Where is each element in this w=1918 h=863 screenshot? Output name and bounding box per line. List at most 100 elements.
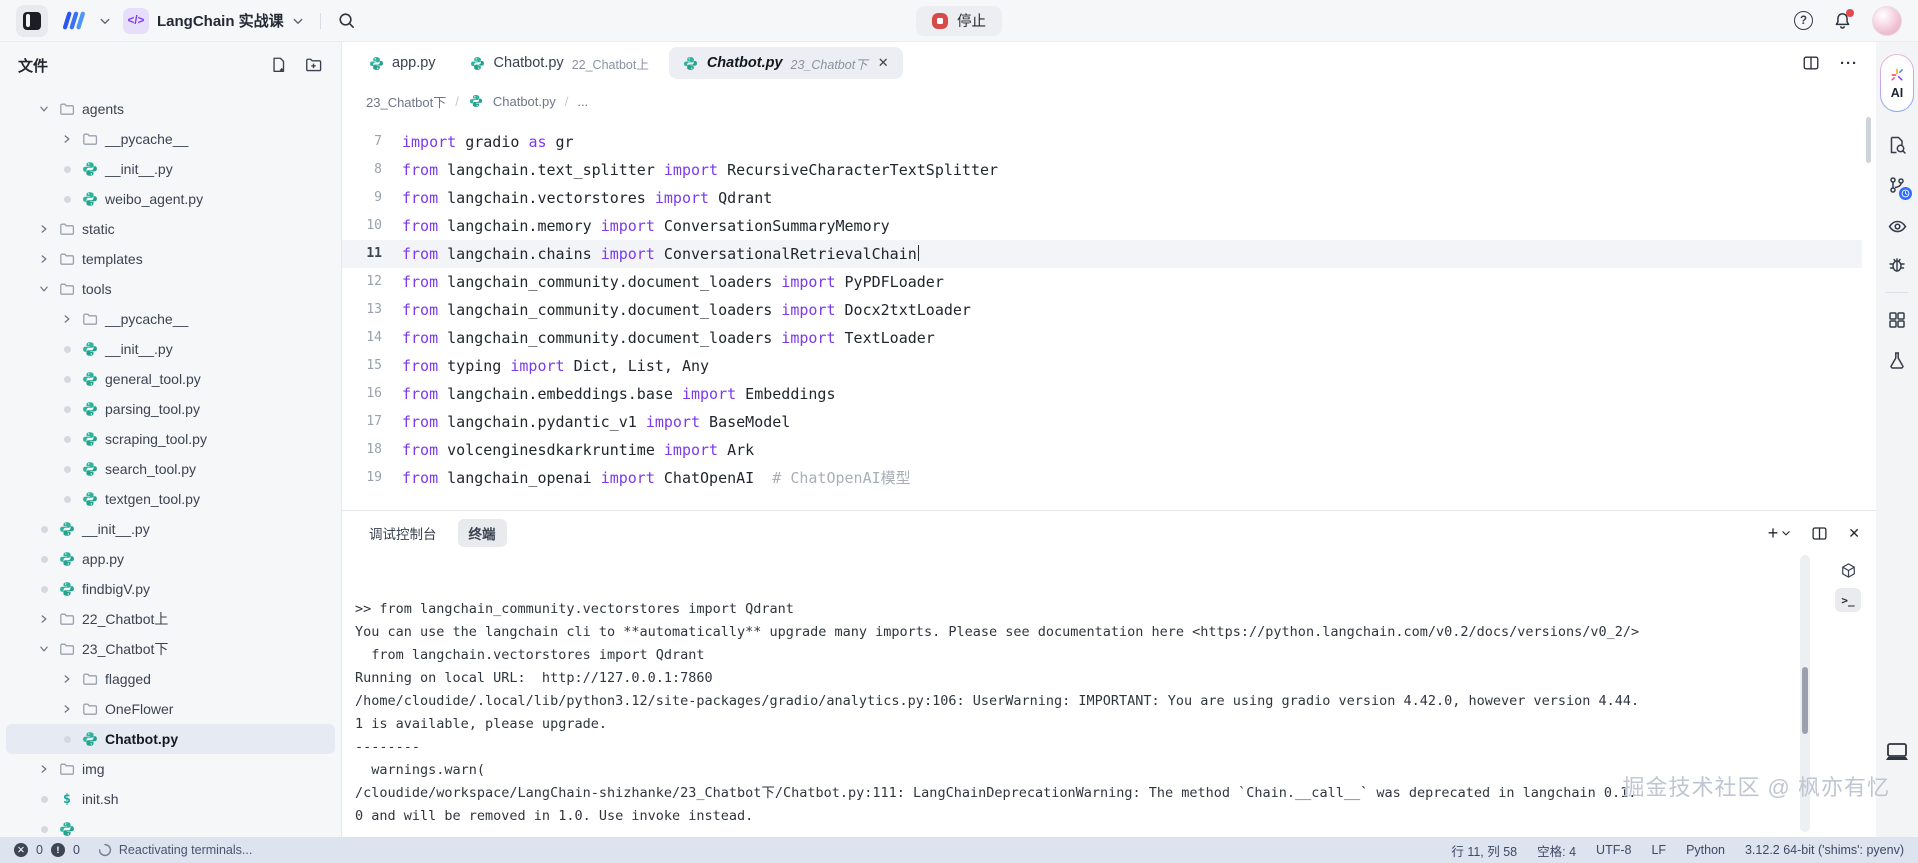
bug-icon[interactable] [1880,248,1914,282]
source-control-icon[interactable] [1880,168,1914,202]
tree-item-__pycache__[interactable]: __pycache__ [6,124,335,154]
chevron-down-icon[interactable] [99,15,111,27]
eye-icon[interactable] [1880,208,1914,242]
tree-item-agents[interactable]: agents [6,94,335,124]
split-terminal-icon[interactable] [1811,525,1828,542]
extensions-grid-icon[interactable] [1880,303,1914,337]
new-file-icon[interactable] [270,56,288,74]
tree-item-scraping_tool-py[interactable]: scraping_tool.py [6,424,335,454]
tree-item-general_tool-py[interactable]: general_tool.py [6,364,335,394]
breadcrumb[interactable]: 23_Chatbot下 / Chatbot.py / ... [342,84,1876,118]
code-line-14[interactable]: 14from langchain_community.document_load… [342,324,1862,352]
code-line-13[interactable]: 13from langchain_community.document_load… [342,296,1862,324]
eol[interactable]: LF [1651,843,1666,857]
tree-item-22_chatbot-[interactable]: 22_Chatbot上 [6,604,335,634]
tree-item-23_chatbot-[interactable]: 23_Chatbot下 [6,634,335,664]
tree-item-init-sh[interactable]: $init.sh [6,784,335,814]
code-line-17[interactable]: 17from langchain.pydantic_v1 import Base… [342,408,1862,436]
tree-item-clipped[interactable] [6,814,335,837]
warnings-icon[interactable]: ! [51,843,65,857]
new-folder-icon[interactable] [304,56,323,74]
sidebar-toggle-button[interactable] [16,5,48,37]
ai-assistant-button[interactable]: AI [1880,54,1914,112]
code-line-11[interactable]: 11from langchain.chains import Conversat… [342,240,1862,268]
tree-item-templates[interactable]: templates [6,244,335,274]
chevron-down-icon[interactable] [36,641,52,657]
chevron-down-icon[interactable] [36,101,52,117]
avatar[interactable] [1872,6,1902,36]
code-line-15[interactable]: 15from typing import Dict, List, Any [342,352,1862,380]
code-line-18[interactable]: 18from volcenginesdkarkruntime import Ar… [342,436,1862,464]
tree-item-__init__-py[interactable]: __init__.py [6,514,335,544]
tree-item-__init__-py[interactable]: __init__.py [6,334,335,364]
chevron-right-icon[interactable] [36,611,52,627]
breadcrumb-folder[interactable]: 23_Chatbot下 [366,92,446,111]
tab-debug-console[interactable]: 调试控制台 [358,519,448,547]
tree-item-parsing_tool-py[interactable]: parsing_tool.py [6,394,335,424]
notifications-bell-icon[interactable] [1833,11,1852,31]
code-line-9[interactable]: 9from langchain.vectorstores import Qdra… [342,184,1862,212]
tree-item-findbigv-py[interactable]: findbigV.py [6,574,335,604]
tree-item-__init__-py[interactable]: __init__.py [6,154,335,184]
tree-item-static[interactable]: static [6,214,335,244]
stop-button[interactable]: 停止 [916,6,1002,36]
new-terminal-icon[interactable]: + [1768,524,1779,542]
terminal-icon[interactable]: >_ [1835,588,1861,612]
chevron-down-icon[interactable] [36,281,52,297]
code-line-7[interactable]: 7import gradio as gr [342,135,1862,156]
more-actions-icon[interactable]: ··· [1840,55,1858,72]
breadcrumb-more[interactable]: ... [577,94,588,109]
code-line-8[interactable]: 8from langchain.text_splitter import Rec… [342,156,1862,184]
errors-count[interactable]: 0 [36,843,43,857]
errors-icon[interactable]: ✕ [14,843,28,857]
chevron-right-icon[interactable] [59,671,75,687]
tab-app-py[interactable]: app.py [354,47,450,79]
tree-item-flagged[interactable]: flagged [6,664,335,694]
tree-item-weibo_agent-py[interactable]: weibo_agent.py [6,184,335,214]
indentation[interactable]: 空格: 4 [1537,841,1576,860]
tree-item-textgen_tool-py[interactable]: textgen_tool.py [6,484,335,514]
tab-terminal[interactable]: 终端 [458,519,507,547]
tree-item-search_tool-py[interactable]: search_tool.py [6,454,335,484]
chevron-right-icon[interactable] [59,311,75,327]
tree-item-img[interactable]: img [6,754,335,784]
breadcrumb-file[interactable]: Chatbot.py [493,94,556,109]
test-flask-icon[interactable] [1880,343,1914,377]
close-panel-icon[interactable]: ✕ [1848,525,1860,542]
tree-item-app-py[interactable]: app.py [6,544,335,574]
encoding[interactable]: UTF-8 [1596,843,1631,857]
file-search-icon[interactable] [1880,128,1914,162]
language-mode[interactable]: Python [1686,843,1725,857]
code-line-12[interactable]: 12from langchain_community.document_load… [342,268,1862,296]
chevron-right-icon[interactable] [36,221,52,237]
warnings-count[interactable]: 0 [73,843,80,857]
scrollbar-thumb[interactable] [1802,667,1808,734]
tree-item-chatbot-py[interactable]: Chatbot.py [6,724,335,754]
code-line-16[interactable]: 16from langchain.embeddings.base import … [342,380,1862,408]
tree-item-tools[interactable]: tools [6,274,335,304]
code-line-19[interactable]: 19from langchain_openai import ChatOpenA… [342,464,1862,492]
tree-item-__pycache__[interactable]: __pycache__ [6,304,335,334]
close-icon[interactable]: ✕ [878,55,889,71]
interpreter[interactable]: 3.12.2 64-bit ('shims': pyenv) [1745,843,1904,857]
tree-item-oneflower[interactable]: OneFlower [6,694,335,724]
editor-scrollbar[interactable] [1866,117,1871,163]
workspace-switcher[interactable]: </> LangChain 实战课 [123,8,304,34]
chevron-right-icon[interactable] [36,761,52,777]
remote-laptop-icon[interactable] [1883,741,1911,765]
terminal-output[interactable]: >> from langchain_community.vectorstores… [342,555,1786,837]
code-line-10[interactable]: 10from langchain.memory import Conversat… [342,212,1862,240]
split-editor-icon[interactable] [1802,54,1820,72]
marscode-logo-icon[interactable] [60,7,87,34]
help-icon[interactable]: ? [1794,11,1813,30]
search-icon[interactable] [337,11,356,30]
output-cube-icon[interactable] [1835,558,1861,582]
chevron-right-icon[interactable] [36,251,52,267]
tab-chatbot-py-22[interactable]: Chatbot.py 22_Chatbot上 [456,47,663,79]
chevron-right-icon[interactable] [59,131,75,147]
code-editor[interactable]: 7import gradio as gr8from langchain.text… [342,135,1862,510]
chevron-down-icon[interactable] [1781,528,1791,538]
cursor-position[interactable]: 行 11, 列 58 [1451,841,1517,860]
chevron-right-icon[interactable] [59,701,75,717]
tab-chatbot-py-23[interactable]: Chatbot.py 23_Chatbot下 ✕ [669,47,903,79]
